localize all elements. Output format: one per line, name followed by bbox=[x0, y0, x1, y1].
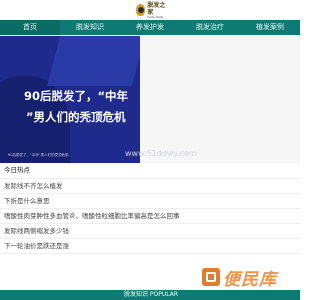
banner-watermark-url: www.51ddwy.com bbox=[125, 149, 197, 158]
list-item[interactable]: 发际线两侧缩发多少钱 bbox=[0, 224, 300, 239]
nav-item-transplant-cases[interactable]: 植发案例 bbox=[240, 20, 300, 35]
watermark-box-icon bbox=[202, 268, 220, 286]
watermark-text: 便民库 bbox=[223, 269, 277, 290]
site-logo[interactable]: 脱发之家 tuofa zhijia bbox=[136, 2, 170, 19]
hot-list: 今日热点 发际线不齐怎么植发 下折是什么意思 嗜酸性肉芽肿性多血管炎、嗜酸性粒细… bbox=[0, 163, 300, 254]
banner-carousel[interactable]: 90后脱发了，“中年 ”男人们的秃顶危机 90后脱发了，“中年”男人们的秃顶危机… bbox=[0, 36, 300, 163]
watermark-logo: 便民库 bbox=[202, 266, 294, 290]
nav-item-home[interactable]: 首页 bbox=[0, 20, 60, 35]
banner-decoration bbox=[46, 36, 140, 86]
list-item[interactable]: 发际线不齐怎么植发 bbox=[0, 179, 300, 194]
nav-item-hair-care[interactable]: 养发护发 bbox=[120, 20, 180, 35]
logo-text: 脱发之家 tuofa zhijia bbox=[147, 2, 170, 19]
main-nav: 首页 脱发知识 养发护发 脱发治疗 植发案例 bbox=[0, 20, 300, 35]
list-item[interactable]: 下折是什么意思 bbox=[0, 194, 300, 209]
header: 脱发之家 tuofa zhijia bbox=[0, 0, 300, 20]
banner-title-line1: 90后脱发了，“中年 bbox=[24, 89, 129, 103]
list-item[interactable]: 嗜酸性肉芽肿性多血管炎、嗜酸性粒细胞比率偏高是怎么回事 bbox=[0, 209, 300, 224]
section-tab-label[interactable]: 脱发知识 POPULAR bbox=[124, 290, 178, 300]
section-title-today-hot: 今日热点 bbox=[0, 163, 300, 179]
nav-item-hair-loss-knowledge[interactable]: 脱发知识 bbox=[60, 20, 120, 35]
logo-head-icon bbox=[136, 4, 146, 16]
logo-subtext: tuofa zhijia bbox=[147, 15, 164, 19]
banner-caption: 90后脱发了，“中年”男人们的秃顶危机 bbox=[8, 153, 69, 157]
list-item[interactable]: 下一轮油价是跌还是涨 bbox=[0, 239, 300, 254]
banner-title-line2: ”男人们的秃顶危机 bbox=[26, 110, 126, 124]
section-tab-bar: 脱发知识 POPULAR bbox=[0, 290, 300, 300]
nav-item-hair-loss-treatment[interactable]: 脱发治疗 bbox=[180, 20, 240, 35]
banner-slide[interactable]: 90后脱发了，“中年 ”男人们的秃顶危机 90后脱发了，“中年”男人们的秃顶危机 bbox=[0, 36, 140, 163]
